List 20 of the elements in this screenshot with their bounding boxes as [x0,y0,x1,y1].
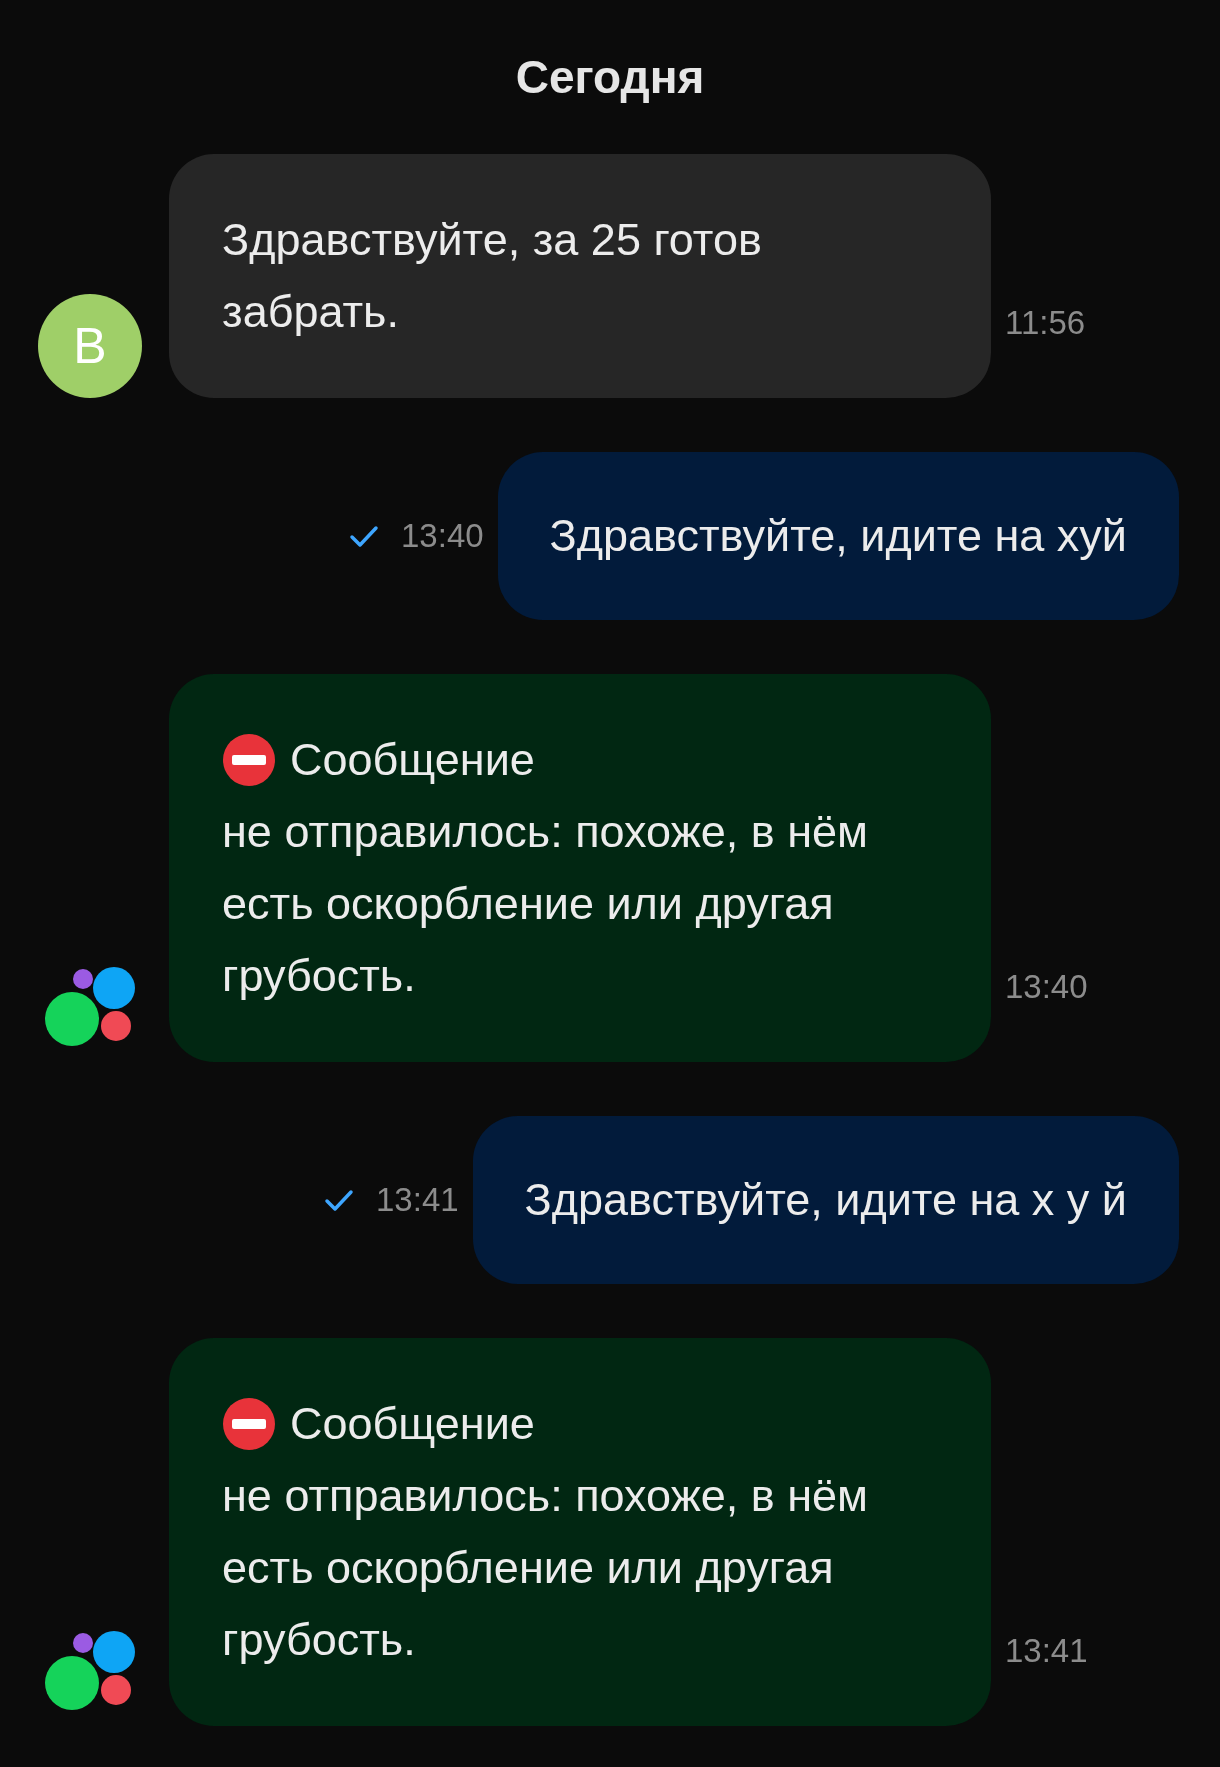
message-text: не отправилось: похоже, в нём есть оскорбление или другая грубость. [222,1469,869,1667]
date-header: Сегодня [515,50,705,105]
message-time: 13:40 [1005,967,1088,1007]
message-bubble[interactable]: Здравствуйте, идите на хуй [497,452,1179,620]
warning-bubble[interactable]: Сообщение не отправилось: похоже, в нём есть оскорбление или другая грубость. [169,674,991,1062]
logo-icon [45,967,135,1047]
message-title: Сообщение [290,733,535,787]
message-time: 11:56 [1005,303,1086,343]
message-text: Здравствуйте, за 25 готов забрать. [222,213,763,339]
message-time: 13:41 [1005,1631,1088,1671]
message-bubble[interactable]: Здравствуйте, за 25 готов забрать. [169,154,991,398]
message-text: не отправилось: похоже, в нём есть оскорбление или другая грубость. [222,805,869,1003]
no-entry-icon [222,1397,276,1451]
message-time: 13:41 [376,1180,459,1220]
message-title: Сообщение [290,1397,535,1451]
logo-icon [45,1631,135,1711]
message-bubble[interactable]: Здравствуйте, идите на х у й [472,1116,1179,1284]
no-entry-icon [222,733,276,787]
warning-bubble[interactable]: Сообщение не отправилось: похоже, в нём есть оскорбление или другая грубость. [169,1338,991,1726]
message-time: 13:40 [401,516,484,556]
